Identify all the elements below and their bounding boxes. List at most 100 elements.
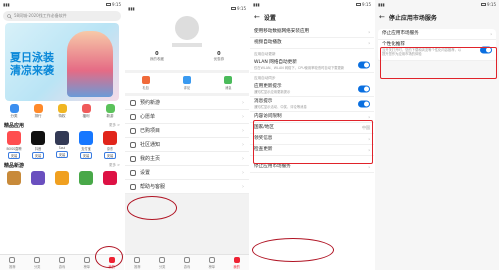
phone-store-home: ▮▮▮ 9:15 58同城-2020找工作必备软件 夏日泳装 清凉来袭 分类 排… (0, 0, 124, 270)
menu-item-wishlist[interactable]: 心愿单 › (125, 110, 249, 124)
menu-item-reserve[interactable]: 预约新游 › (125, 96, 249, 110)
bottom-tab-bar: 推荐 分类 游戏 榜单 我的 (125, 254, 249, 270)
gamepad-icon (183, 256, 190, 263)
help-icon (130, 183, 136, 190)
category-item[interactable]: 排行 (33, 104, 43, 119)
toggle-switch[interactable] (358, 61, 370, 69)
battery-icon (356, 3, 362, 6)
status-bar: ▮▮▮ 9:15 (125, 4, 249, 13)
tab-ranking[interactable]: 榜单 (83, 256, 90, 269)
game-icon (31, 171, 45, 185)
quick-messages[interactable]: 消息 (224, 76, 233, 90)
install-button[interactable]: 安装 (31, 152, 45, 159)
banner-illustration (67, 31, 113, 97)
chevron-right-icon: › (368, 114, 370, 120)
game-item[interactable] (4, 171, 24, 185)
toggle-switch[interactable] (358, 85, 370, 93)
setting-update-hint[interactable]: 应用更新提示 通知栏显示应用更新提示 (250, 82, 374, 97)
game-icon (55, 171, 69, 185)
tab-mine[interactable]: 我的 (233, 256, 240, 269)
setting-wlan-autoupdate[interactable]: WLAN 网络自动更新 仅在WLAN、WLAN 网络下，CPU使用率较低时自动下载… (250, 58, 374, 73)
signal-icon: ▮▮▮ (253, 2, 260, 7)
search-bar[interactable]: 58同城-2020找工作必备软件 (3, 11, 121, 21)
stat-coupons[interactable]: 0 优惠券 (214, 51, 225, 62)
setting-mobile-data[interactable]: 使用移动数据网络安装应用 › (250, 27, 374, 38)
app-item[interactable]: Soul 安装 (52, 131, 72, 159)
more-link[interactable]: 更多 > (109, 163, 120, 168)
battery-icon (106, 3, 112, 6)
install-button[interactable]: 安装 (55, 151, 69, 158)
install-button[interactable]: 安装 (7, 152, 21, 159)
toggle-switch[interactable] (358, 100, 370, 108)
game-item[interactable] (52, 171, 72, 185)
app-icon (7, 131, 21, 145)
gamepad-icon (58, 256, 65, 263)
setting-message-hint[interactable]: 消息提示 通知栏显示活动、中奖、评论等消息 (250, 97, 374, 112)
menu-item-purchased[interactable]: 已购项目 › (125, 124, 249, 138)
chevron-right-icon: › (242, 113, 244, 120)
menu-item-help[interactable]: 帮助与客服 › (125, 180, 249, 194)
menu-item-community[interactable]: 社区通知 › (125, 138, 249, 152)
stat-favorites[interactable]: 0 我的收藏 (150, 51, 164, 62)
quick-comments[interactable]: 评论 (182, 76, 191, 90)
mine-menu: 预约新游 › 心愿单 › 已购项目 › 社区通知 › 我的主页 › 设置 › 帮助与客服 › (125, 96, 249, 194)
privilege-icon (57, 104, 67, 113)
tab-games[interactable]: 游戏 (58, 256, 65, 269)
back-arrow-icon[interactable]: ← (379, 14, 385, 21)
clock: 9:15 (362, 2, 371, 7)
highlight-oval (95, 246, 123, 268)
signal-icon: ▮▮▮ (378, 2, 385, 7)
highlight-oval (127, 196, 177, 220)
chart-icon (83, 256, 90, 263)
highlight-box (253, 120, 373, 164)
category-item[interactable]: 分类 (9, 104, 19, 119)
game-item[interactable] (100, 171, 120, 185)
signal-icon: ▮▮▮ (128, 6, 135, 11)
promo-banner[interactable]: 夏日泳装 清凉来袭 (5, 23, 119, 101)
gift-icon (141, 76, 150, 84)
install-button[interactable]: 安装 (103, 152, 117, 159)
user-icon (233, 256, 240, 263)
game-item[interactable] (28, 171, 48, 185)
category-item[interactable]: 福利 (81, 104, 91, 119)
avatar[interactable] (175, 16, 199, 40)
tab-category[interactable]: 分类 (159, 256, 165, 269)
category-item[interactable]: 特权 (57, 104, 67, 119)
menu-item-settings[interactable]: 设置 › (125, 166, 249, 180)
more-link[interactable]: 更多 > (109, 123, 120, 128)
phone-mine-page: ▮▮▮ 9:15 0 我的收藏 0 优惠券 礼包 评论 消息 预约新游 › 心愿单 › … (125, 0, 249, 270)
install-button[interactable]: 安装 (79, 152, 93, 159)
home-icon (134, 256, 141, 263)
game-item[interactable] (76, 171, 96, 185)
tab-recommend[interactable]: 推荐 (9, 256, 16, 269)
category-item[interactable]: 新游 (105, 104, 115, 119)
featured-app-row: BOSS直聘 安装 抖音 安装 Soul 安装 支付宝 安装 京东 安装 (0, 131, 124, 159)
stats-row: 0 我的收藏 0 优惠券 (125, 51, 249, 62)
stop-service-entry[interactable]: 停止应用市场服务 › (378, 29, 496, 40)
bell-icon (130, 141, 136, 148)
profile-card: ▮▮▮ 9:15 0 我的收藏 0 优惠券 (125, 0, 249, 70)
tab-ranking[interactable]: 榜单 (208, 256, 215, 269)
app-item[interactable]: 京东 安装 (100, 131, 120, 159)
tab-games[interactable]: 游戏 (183, 256, 190, 269)
app-item[interactable]: 抖音 安装 (28, 131, 48, 159)
setting-video-autoplay[interactable]: 视频自动播放 › (250, 38, 374, 49)
chevron-right-icon: › (242, 169, 244, 176)
tab-recommend[interactable]: 推荐 (134, 256, 141, 269)
tab-category[interactable]: 分类 (34, 256, 40, 269)
clock: 9:15 (112, 2, 121, 7)
page-title: 停止应用市场服务 (388, 15, 437, 22)
search-placeholder: 58同城-2020找工作必备软件 (14, 13, 67, 18)
screenshot-collage: ▮▮▮ 9:15 58同城-2020找工作必备软件 夏日泳装 清凉来袭 分类 排… (0, 0, 500, 270)
quick-gift[interactable]: 礼包 (141, 76, 150, 90)
clock: 9:15 (487, 2, 496, 7)
app-item[interactable]: BOSS直聘 安装 (4, 131, 24, 159)
featured-header: 精品应用 更多 > (4, 122, 120, 129)
bag-icon (130, 127, 136, 134)
back-arrow-icon[interactable]: ← (254, 14, 260, 21)
menu-item-homepage[interactable]: 我的主页 › (125, 152, 249, 166)
chart-icon (208, 256, 215, 263)
app-item[interactable]: 支付宝 安装 (76, 131, 96, 159)
newgame-row (0, 171, 124, 185)
app-icon (103, 131, 117, 145)
